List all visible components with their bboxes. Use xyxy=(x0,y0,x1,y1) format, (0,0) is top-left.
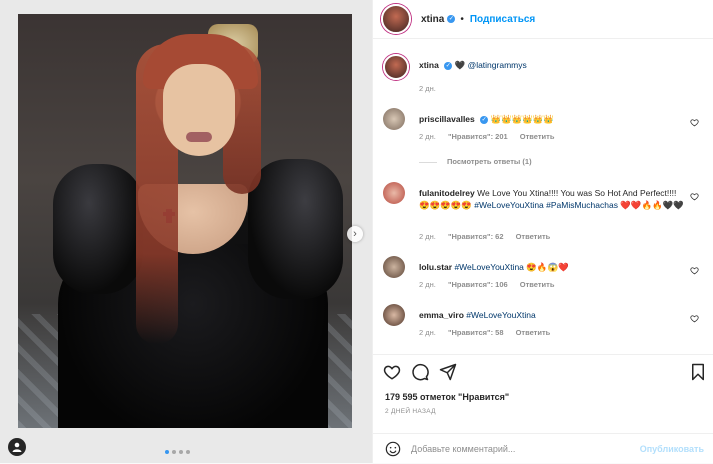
comment-likes[interactable]: "Нравится": 62 xyxy=(448,232,504,241)
user-tag-icon[interactable] xyxy=(8,438,26,456)
photo-lips xyxy=(186,132,212,142)
avatar[interactable] xyxy=(383,54,409,80)
post-photo[interactable] xyxy=(18,14,352,428)
comment-emoji: 😍🔥😱❤️ xyxy=(526,262,569,272)
comment-time[interactable]: 2 дн. xyxy=(419,280,436,289)
view-replies-button[interactable]: Посмотреть ответы (1) xyxy=(419,157,532,166)
verified-badge-icon: ✓ xyxy=(444,61,453,70)
avatar[interactable] xyxy=(383,256,405,278)
comment-username[interactable]: fulanitodelrey xyxy=(419,188,475,198)
comment-meta: 2 дн. "Нравится": 62 Ответить xyxy=(419,232,560,241)
comment-likes[interactable]: "Нравится": 58 xyxy=(448,328,504,337)
bookmark-icon[interactable] xyxy=(689,363,707,381)
carousel-dot xyxy=(165,450,169,454)
heart-icon[interactable] xyxy=(690,192,699,201)
avatar[interactable] xyxy=(383,182,405,204)
caption-username[interactable]: xtina xyxy=(419,60,439,70)
chevron-right-icon[interactable]: › xyxy=(347,226,363,242)
caption-meta: 2 дн. xyxy=(419,84,446,93)
comment-body: lolu.star #WeLoveYouXtina 😍🔥😱❤️ xyxy=(419,261,687,273)
carousel-dot xyxy=(179,450,183,454)
comments-list: xtina ✓ 🖤 @latingrammys 2 дн. priscillav… xyxy=(373,40,713,350)
black-heart-emoji: 🖤 xyxy=(454,60,466,70)
reply-button[interactable]: Ответить xyxy=(520,280,555,289)
instagram-post-modal: › xtina ✓ • Подписаться xtina ✓ 🖤 @latin… xyxy=(0,0,713,463)
photo-face xyxy=(163,64,235,156)
comment-likes[interactable]: "Нравится": 201 xyxy=(448,132,508,141)
post-username[interactable]: xtina xyxy=(421,14,444,25)
reply-button[interactable]: Ответить xyxy=(520,132,555,141)
avatar[interactable] xyxy=(383,108,405,130)
post-media: › xyxy=(0,0,372,463)
verified-badge-icon: ✓ xyxy=(447,15,456,23)
caption-time[interactable]: 2 дн. xyxy=(419,84,436,93)
comment-hashtags[interactable]: #WeLoveYouXtina #PaMisMuchachas xyxy=(474,200,618,210)
post-actions xyxy=(373,354,713,389)
comment-emoji: ❤️❤️🔥🔥🖤🖤 xyxy=(620,200,684,210)
comment-username[interactable]: lolu.star xyxy=(419,262,452,272)
comment-time[interactable]: 2 дн. xyxy=(419,328,436,337)
heart-icon[interactable] xyxy=(690,118,699,127)
comment-meta: 2 дн. "Нравится": 106 Ответить xyxy=(419,280,564,289)
photo-sleeve-left xyxy=(53,164,143,294)
comment-body: emma_viro #WeLoveYouXtina xyxy=(419,309,687,321)
comment-meta: 2 дн. "Нравится": 58 Ответить xyxy=(419,328,560,337)
comment-time[interactable]: 2 дн. xyxy=(419,132,436,141)
post-date[interactable]: 2 ДНЕЙ НАЗАД xyxy=(385,408,436,415)
likes-count[interactable]: 179 595 отметок "Нравится" xyxy=(385,392,509,402)
reply-button[interactable]: Ответить xyxy=(516,232,551,241)
comment-hashtags[interactable]: #WeLoveYouXtina xyxy=(466,310,535,320)
heart-icon[interactable] xyxy=(690,314,699,323)
comment-hashtags[interactable]: #WeLoveYouXtina xyxy=(454,262,523,272)
avatar[interactable] xyxy=(381,4,411,34)
post-sidebar: xtina ✓ • Подписаться xtina ✓ 🖤 @latingr… xyxy=(372,0,713,463)
comment-likes[interactable]: "Нравится": 106 xyxy=(448,280,508,289)
comment-input[interactable]: Добавьте комментарий... xyxy=(411,444,640,454)
separator: • xyxy=(460,13,464,25)
publish-button[interactable]: Опубликовать xyxy=(640,444,704,454)
comment-time[interactable]: 2 дн. xyxy=(419,232,436,241)
carousel-indicator xyxy=(165,450,190,454)
verified-badge-icon: ✓ xyxy=(480,115,489,124)
caption-tag[interactable]: @latingrammys xyxy=(468,60,527,70)
comment-meta: 2 дн. "Нравится": 201 Ответить xyxy=(419,132,564,141)
share-icon[interactable] xyxy=(439,363,457,381)
heart-icon[interactable] xyxy=(383,363,401,381)
comment-icon[interactable] xyxy=(411,363,429,381)
comment-text: 👑👑👑👑👑👑 xyxy=(490,114,555,124)
comment-username[interactable]: emma_viro xyxy=(419,310,464,320)
add-comment-bar: Добавьте комментарий... Опубликовать xyxy=(373,433,713,464)
follow-button[interactable]: Подписаться xyxy=(470,14,535,25)
photo-sleeve-right xyxy=(248,159,343,299)
caption-body: xtina ✓ 🖤 @latingrammys xyxy=(419,59,687,71)
carousel-dot xyxy=(186,450,190,454)
carousel-dot xyxy=(172,450,176,454)
comment-body: fulanitodelrey We Love You Xtina!!!! You… xyxy=(419,187,687,211)
heart-icon[interactable] xyxy=(690,266,699,275)
emoji-icon[interactable] xyxy=(385,441,401,457)
comment-username[interactable]: priscillavalles xyxy=(419,114,475,124)
post-header: xtina ✓ • Подписаться xyxy=(373,0,713,39)
avatar[interactable] xyxy=(383,304,405,326)
comment-body: priscillavalles ✓ 👑👑👑👑👑👑 xyxy=(419,113,687,125)
reply-button[interactable]: Ответить xyxy=(516,328,551,337)
